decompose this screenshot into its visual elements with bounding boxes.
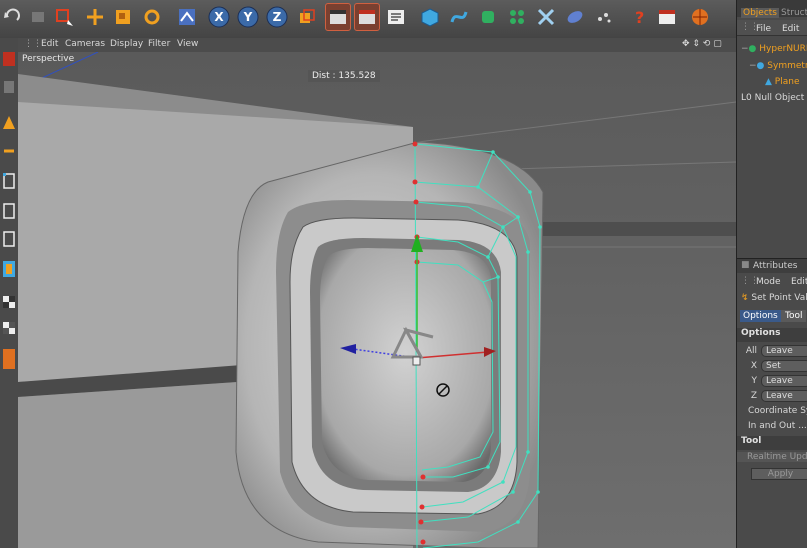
scene-icon[interactable]	[563, 4, 587, 30]
rotate-icon[interactable]	[140, 4, 164, 30]
viewport-menu-edit[interactable]: Edit	[41, 39, 58, 49]
recent-icon[interactable]	[175, 4, 199, 30]
tree-item-null[interactable]: L0 Null Object	[737, 93, 807, 103]
viewport-nav-icons[interactable]: ✥ ⇕ ⟲ ▢	[682, 39, 722, 49]
deformer-icon[interactable]	[534, 4, 558, 30]
x-axis-button[interactable]: X	[207, 4, 231, 30]
snap-icon[interactable]	[1, 260, 17, 278]
z-axis-button[interactable]: Z	[265, 4, 289, 30]
viewport-menu-grip-icon: ⋮⋮	[24, 39, 42, 49]
tab-options[interactable]: Options	[740, 310, 781, 322]
coordinate-system-label: Coordinate System	[748, 406, 807, 416]
svg-text:?: ?	[635, 8, 644, 27]
tool-name-row: ↯ Set Point Value	[741, 293, 807, 303]
left-toolbar	[0, 38, 19, 548]
fx-icon[interactable]	[592, 4, 616, 30]
spline-icon[interactable]	[447, 4, 471, 30]
workplane-icon[interactable]	[1, 294, 17, 312]
points-mode-icon[interactable]	[1, 172, 17, 190]
null-icon: L0	[741, 93, 752, 103]
viewport-menu-filter[interactable]: Filter	[148, 39, 170, 49]
cube-icon[interactable]	[418, 4, 442, 30]
tab-objects[interactable]: Objects	[741, 8, 780, 18]
help-icon[interactable]: ?	[625, 4, 649, 30]
array-icon[interactable]	[505, 4, 529, 30]
field-all: All Leave	[737, 345, 807, 357]
viewport-menu-display[interactable]: Display	[110, 39, 143, 49]
perspective-viewport[interactable]: Perspective Dist : 135.528	[18, 52, 736, 548]
attributes-title: Attributes	[753, 261, 798, 271]
edges-mode-icon[interactable]	[1, 202, 17, 220]
render-settings-icon[interactable]	[384, 4, 408, 30]
clapboard-icon[interactable]	[325, 3, 351, 31]
model-mode-icon[interactable]	[1, 114, 17, 132]
options-section-header: Options	[737, 328, 807, 342]
tool-icon: ↯	[741, 293, 749, 303]
undo-icon[interactable]	[0, 4, 24, 30]
tab-tool[interactable]: Tool	[781, 310, 807, 322]
field-y: Y Leave	[737, 375, 807, 387]
z-dropdown[interactable]: Leave	[761, 390, 807, 402]
viewport-menu-view[interactable]: View	[177, 39, 198, 49]
plane-icon: ▲	[765, 77, 772, 87]
field-z: Z Leave	[737, 390, 807, 402]
objects-menu-file[interactable]: File	[756, 24, 771, 34]
world-icon[interactable]	[294, 4, 318, 30]
axis-mode-icon[interactable]	[1, 140, 17, 158]
y-dropdown[interactable]: Leave	[761, 375, 807, 387]
object-mode-icon[interactable]	[1, 50, 17, 68]
y-axis-button[interactable]: Y	[236, 4, 260, 30]
realtime-update-checkbox[interactable]: Realtime Update	[737, 452, 807, 462]
objects-menu-edit[interactable]: Edit	[782, 24, 799, 34]
nurbs-icon[interactable]	[476, 4, 500, 30]
in-out-label: In and Out ...	[748, 421, 807, 431]
layout-icon[interactable]	[655, 4, 679, 30]
render-active-icon[interactable]	[354, 3, 380, 31]
viewport-menu: ⋮⋮ Edit Cameras Display Filter View ✥ ⇕ …	[18, 38, 736, 53]
redo-icon[interactable]	[26, 4, 50, 30]
tree-item-symmetry[interactable]: −● Symmetry	[737, 61, 807, 71]
tool-section-header: Tool	[737, 436, 807, 450]
tab-structure[interactable]: Structure	[781, 8, 807, 18]
distance-readout: Dist : 135.528	[308, 70, 380, 82]
lock-icon[interactable]	[1, 349, 17, 369]
polygons-mode-icon[interactable]	[1, 230, 17, 248]
quantize-icon[interactable]	[1, 320, 17, 338]
scale-icon[interactable]	[111, 4, 135, 30]
viewport-scene	[18, 52, 736, 548]
svg-text:X: X	[214, 10, 224, 24]
move-icon[interactable]	[83, 4, 107, 30]
tree-item-hypernurbs[interactable]: −● HyperNURBS	[737, 44, 807, 54]
apply-button[interactable]: Apply	[751, 468, 807, 480]
attributes-menu-mode[interactable]: Mode	[756, 277, 781, 287]
viewport-label: Perspective	[22, 54, 75, 64]
main-toolbar: X Y Z ?	[0, 0, 736, 39]
symmetry-icon: ●	[756, 61, 765, 71]
viewport-menu-cameras[interactable]: Cameras	[65, 39, 105, 49]
texture-mode-icon[interactable]	[1, 78, 17, 96]
x-dropdown[interactable]: Set	[761, 360, 807, 372]
right-panel: Objects Structure ⋮⋮ File Edit −● HyperN…	[736, 0, 807, 548]
svg-text:Z: Z	[273, 10, 282, 24]
field-x: X Set	[737, 360, 807, 372]
svg-text:Y: Y	[243, 10, 253, 24]
python-icon[interactable]	[688, 4, 712, 30]
select-icon[interactable]	[52, 4, 76, 30]
tree-item-plane[interactable]: ▲ Plane	[737, 77, 807, 87]
nurbs-object-icon: ●	[748, 44, 757, 54]
attributes-grip-icon: ■	[741, 260, 750, 270]
all-dropdown[interactable]: Leave	[761, 345, 807, 357]
attributes-menu-edit[interactable]: Edit	[791, 277, 807, 287]
